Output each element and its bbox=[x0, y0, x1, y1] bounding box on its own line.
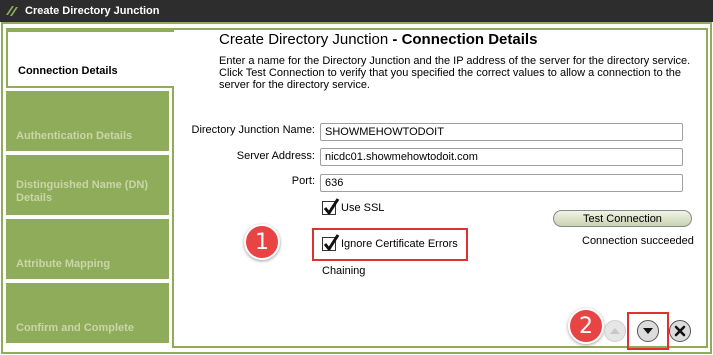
tab-label: Connection Details bbox=[18, 65, 118, 77]
page-title: Create Directory Junction - Connection D… bbox=[219, 31, 537, 48]
port-label: Port: bbox=[291, 175, 315, 187]
tab-label: Attribute Mapping bbox=[16, 258, 111, 270]
page-description: Enter a name for the Directory Junction … bbox=[219, 55, 691, 91]
highlight-box-next bbox=[627, 312, 669, 350]
chaining-label: Chaining bbox=[322, 265, 366, 277]
close-icon bbox=[674, 325, 686, 337]
connection-status: Connection succeeded bbox=[582, 235, 694, 247]
server-address-label: Server Address: bbox=[236, 150, 315, 162]
app-icon bbox=[6, 6, 18, 16]
tab-label: Distinguished Name (DN) Details bbox=[16, 179, 149, 204]
tab-authentication-details[interactable]: Authentication Details bbox=[6, 91, 169, 151]
page-title-prefix: Create Directory Junction bbox=[219, 31, 389, 48]
tab-confirm-complete[interactable]: Confirm and Complete bbox=[6, 283, 169, 343]
tab-label: Confirm and Complete bbox=[16, 322, 134, 334]
tab-attribute-mapping[interactable]: Attribute Mapping bbox=[6, 219, 169, 279]
callout-marker-2: 2 bbox=[568, 308, 604, 344]
junction-name-label: Directory Junction Name: bbox=[191, 124, 316, 136]
tab-dn-details[interactable]: Distinguished Name (DN) Details bbox=[6, 155, 169, 215]
port-input[interactable]: 636 bbox=[320, 174, 683, 192]
window-title: Create Directory Junction bbox=[25, 5, 160, 17]
callout-marker-1: 1 bbox=[244, 224, 280, 260]
use-ssl-label: Use SSL bbox=[341, 202, 385, 214]
tab-label: Authentication Details bbox=[16, 130, 133, 142]
tab-connection-details[interactable]: Connection Details bbox=[6, 30, 174, 88]
previous-button[interactable] bbox=[604, 320, 626, 342]
test-connection-button[interactable]: Test Connection bbox=[553, 210, 692, 227]
close-button[interactable] bbox=[669, 320, 691, 342]
checkmark-icon bbox=[323, 198, 340, 215]
test-connection-label: Test Connection bbox=[583, 212, 662, 225]
use-ssl-checkbox[interactable] bbox=[322, 198, 340, 215]
chevron-up-icon bbox=[610, 328, 620, 334]
page-title-suffix: - Connection Details bbox=[388, 31, 538, 48]
highlight-box-ignore-cert bbox=[312, 228, 468, 261]
window-titlebar: Create Directory Junction bbox=[0, 0, 713, 22]
server-address-input[interactable]: nicdc01.showmehowtodoit.com bbox=[320, 148, 683, 166]
junction-name-input[interactable]: SHOWMEHOWTODOIT bbox=[320, 123, 683, 141]
